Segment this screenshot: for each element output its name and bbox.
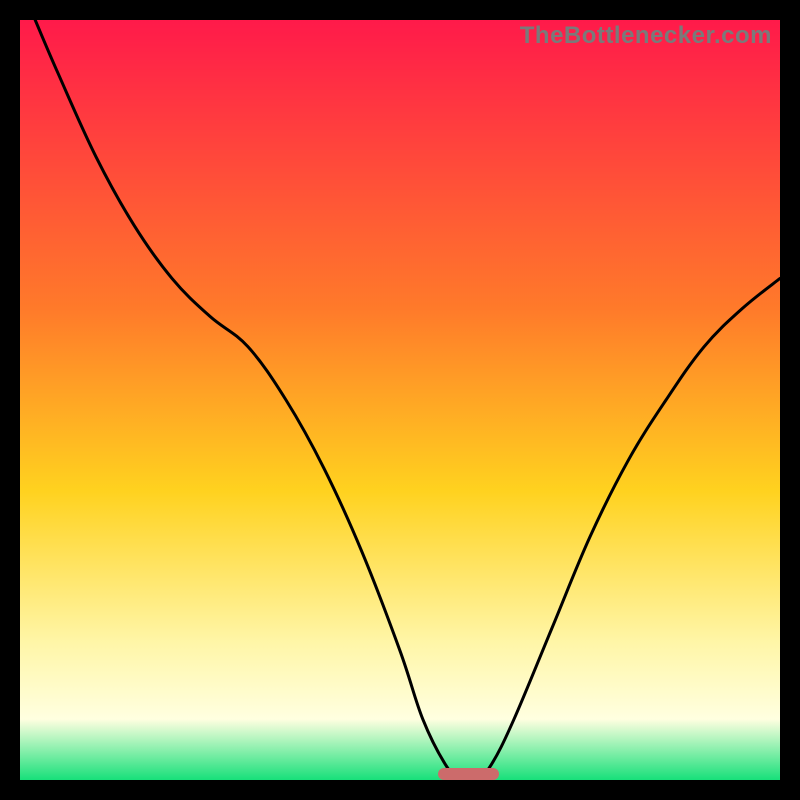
bottleneck-curve [20,20,780,780]
optimum-marker [438,768,499,780]
plot-area: TheBottlenecker.com [20,20,780,780]
watermark-label: TheBottlenecker.com [520,22,772,50]
